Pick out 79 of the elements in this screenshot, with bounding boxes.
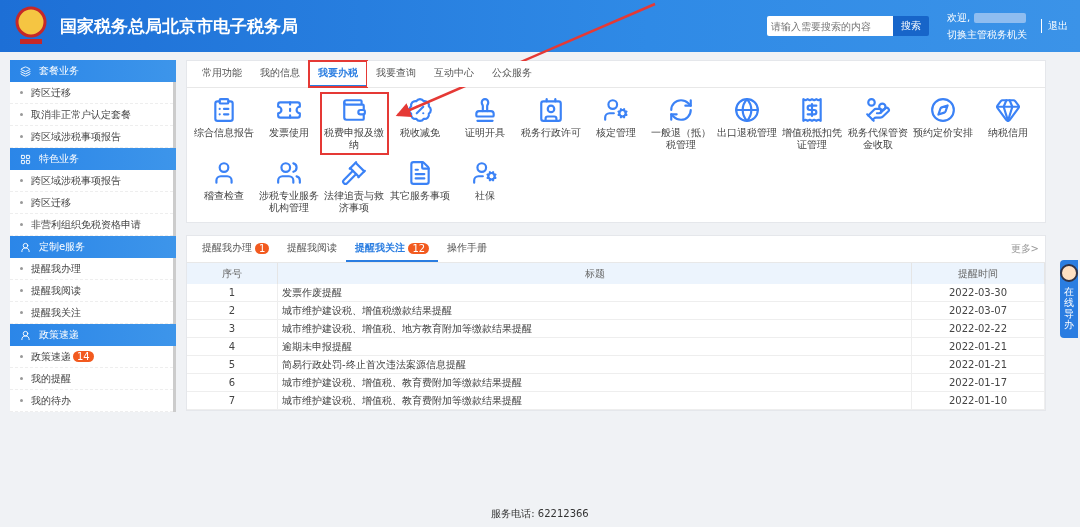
function-item[interactable]: 社保 bbox=[452, 157, 518, 216]
search-button[interactable]: 搜索 bbox=[893, 16, 929, 36]
function-icon bbox=[471, 159, 500, 187]
function-item[interactable]: 涉税专业服务机构管理 bbox=[256, 157, 322, 216]
category-tab[interactable]: 我要办税 bbox=[309, 61, 367, 87]
function-icon bbox=[732, 96, 761, 124]
function-item[interactable]: 证明开具 bbox=[452, 94, 518, 153]
column-header: 序号 bbox=[187, 263, 278, 284]
sidebar-item[interactable]: 跨区域涉税事项报告 bbox=[10, 170, 173, 192]
function-item[interactable]: 法律追责与救济事项 bbox=[321, 157, 388, 216]
function-icon bbox=[928, 96, 957, 124]
function-item[interactable]: 出口退税管理 bbox=[714, 94, 780, 153]
function-icon bbox=[275, 159, 304, 187]
table-cell: 2022-01-21 bbox=[911, 355, 1045, 374]
table-cell: 3 bbox=[187, 319, 278, 338]
count-badge: 1 bbox=[255, 242, 270, 254]
table-cell: 逾期未申报提醒 bbox=[277, 337, 912, 356]
function-item[interactable]: 预约定价安排 bbox=[910, 94, 976, 153]
function-item[interactable]: 增值税抵扣凭证管理 bbox=[779, 94, 845, 153]
sidebar-item[interactable]: 我的待办 bbox=[10, 390, 173, 412]
function-item[interactable]: 税务代保管资金收取 bbox=[844, 94, 911, 153]
sidebar-item[interactable]: 提醒我阅读 bbox=[10, 280, 173, 302]
sidebar-item[interactable]: 我的提醒 bbox=[10, 368, 173, 390]
section-icon bbox=[20, 241, 31, 253]
function-item[interactable]: 税费申报及缴纳 bbox=[321, 94, 388, 153]
column-header: 提醒时间 bbox=[911, 263, 1045, 284]
section-icon bbox=[20, 329, 31, 341]
table-cell: 城市维护建设税、增值税、地方教育附加等缴款结果提醒 bbox=[277, 319, 912, 338]
count-badge: 14 bbox=[73, 351, 94, 362]
table-cell: 城市维护建设税、增值税、教育费附加等缴款结果提醒 bbox=[277, 373, 912, 392]
table-cell: 城市维护建设税、增值税缴款结果提醒 bbox=[277, 301, 912, 320]
sidebar-section-header[interactable]: 特色业务 bbox=[10, 148, 176, 170]
function-item[interactable]: 稽查检查 bbox=[191, 157, 257, 216]
table-cell: 2022-01-21 bbox=[911, 337, 1045, 356]
sidebar-item[interactable]: 跨区迁移 bbox=[10, 82, 173, 104]
function-item[interactable]: 纳税信用 bbox=[975, 94, 1041, 153]
table-cell: 1 bbox=[187, 284, 278, 302]
search-field[interactable]: 请输入需要搜索的内容 bbox=[767, 16, 893, 36]
table-cell: 2022-01-10 bbox=[911, 391, 1045, 410]
table-cell: 7 bbox=[187, 391, 278, 410]
function-item[interactable]: 税收减免 bbox=[387, 94, 453, 153]
sidebar-item[interactable]: 跨区迁移 bbox=[10, 192, 173, 214]
section-icon bbox=[20, 65, 31, 77]
service-phone: 服务电话: 62212366 bbox=[490, 507, 590, 521]
sidebar-section-header[interactable]: 套餐业务 bbox=[10, 60, 176, 82]
count-badge: 12 bbox=[408, 242, 430, 254]
table-cell: 2022-02-22 bbox=[911, 319, 1045, 338]
function-item[interactable]: 发票使用 bbox=[256, 94, 322, 153]
column-header: 标题 bbox=[277, 263, 912, 284]
function-item[interactable]: 综合信息报告 bbox=[191, 94, 257, 153]
function-icon bbox=[340, 159, 369, 187]
function-item[interactable]: 核定管理 bbox=[583, 94, 649, 153]
table-cell: 2022-03-30 bbox=[911, 284, 1045, 302]
function-icon bbox=[602, 96, 630, 124]
table-cell: 5 bbox=[187, 355, 278, 374]
function-item[interactable]: 税务行政许可 bbox=[517, 94, 584, 153]
table-cell: 简易行政处罚-终止首次违法案源信息提醒 bbox=[277, 355, 912, 374]
table-cell: 6 bbox=[187, 373, 278, 392]
sidebar-section-header[interactable]: 政策速递 bbox=[10, 324, 176, 346]
sidebar-item[interactable]: 提醒我办理 bbox=[10, 258, 173, 280]
function-icon bbox=[994, 96, 1023, 124]
welcome-text: 欢迎, bbox=[947, 10, 971, 25]
section-icon bbox=[20, 153, 31, 165]
site-title: 国家税务总局北京市电子税务局 bbox=[60, 14, 298, 38]
table-cell: 发票作废提醒 bbox=[277, 284, 912, 302]
function-item[interactable]: 一般退（抵）税管理 bbox=[648, 94, 715, 153]
sidebar-item[interactable]: 政策速递 14 bbox=[10, 346, 173, 368]
sidebar-item[interactable]: 取消非正常户认定套餐 bbox=[10, 104, 173, 126]
table-cell: 2 bbox=[187, 301, 278, 320]
function-icon bbox=[340, 96, 369, 124]
blurred-name bbox=[974, 12, 1027, 23]
function-item[interactable]: 其它服务事项 bbox=[387, 157, 453, 216]
table-cell: 2022-01-17 bbox=[911, 373, 1045, 392]
table-cell: 4 bbox=[187, 337, 278, 356]
function-icon bbox=[863, 96, 892, 124]
table-cell: 城市维护建设税、增值税、教育费附加等缴款结果提醒 bbox=[277, 391, 912, 410]
sidebar-section-header[interactable]: 定制e服务 bbox=[10, 236, 176, 258]
online-guide-button[interactable]: 在线导办 bbox=[1060, 260, 1078, 338]
table-cell: 2022-03-07 bbox=[911, 301, 1045, 320]
